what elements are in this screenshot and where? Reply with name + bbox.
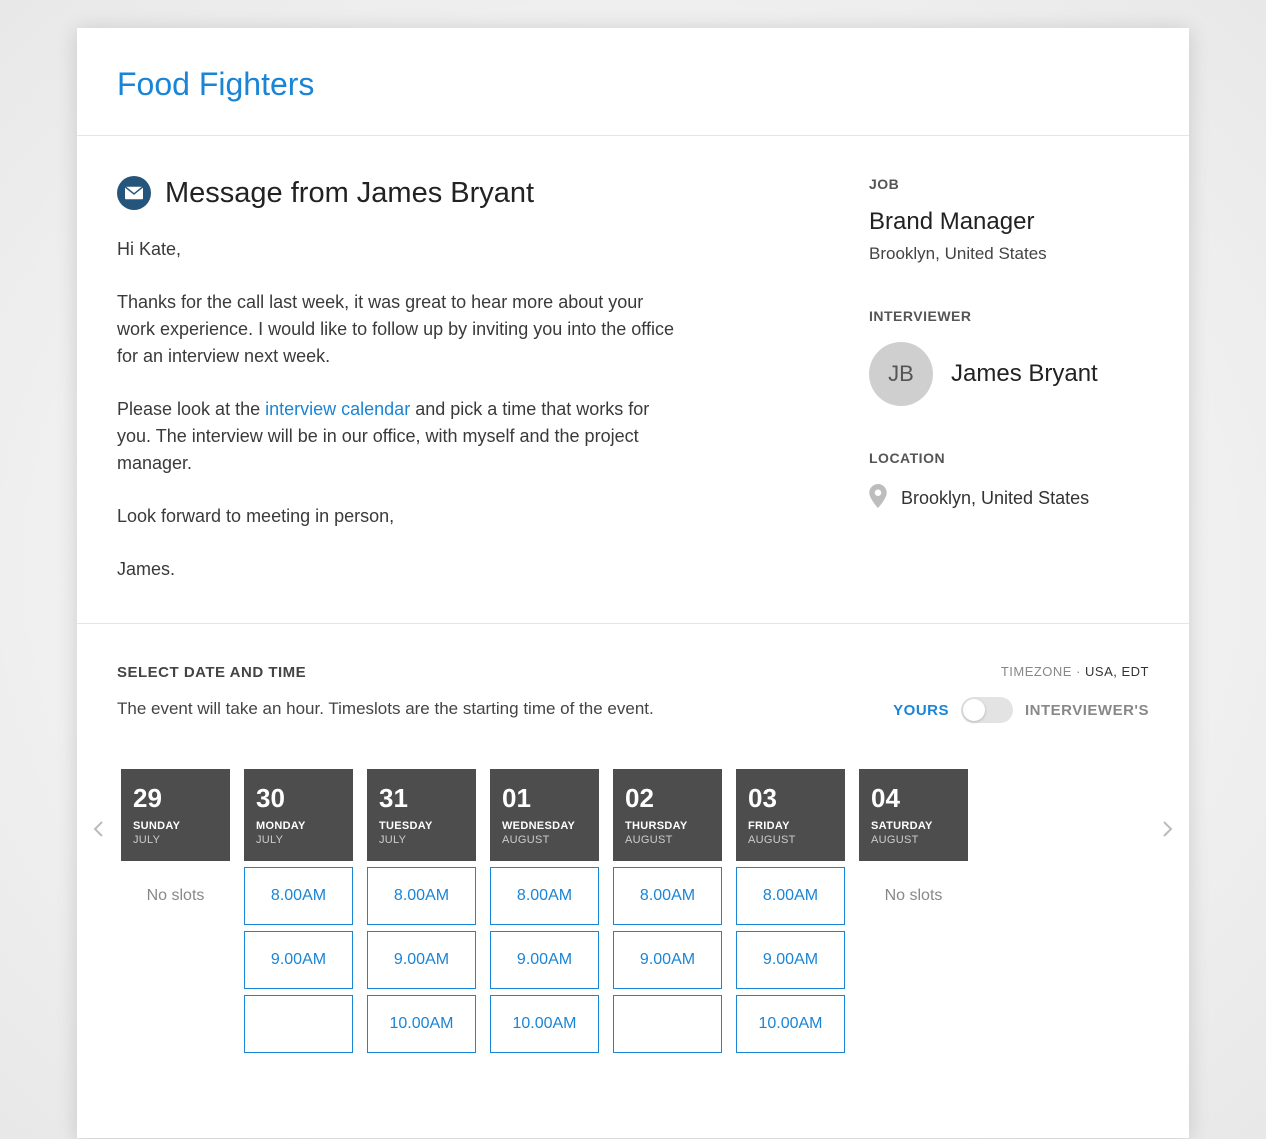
day-number: 03 bbox=[748, 783, 833, 814]
message-greeting: Hi Kate, bbox=[117, 236, 677, 263]
time-slot[interactable]: 9.00AM bbox=[490, 931, 599, 989]
job-label: JOB bbox=[869, 176, 1149, 192]
toggle-interviewers-label: INTERVIEWER'S bbox=[1025, 702, 1149, 719]
time-slot[interactable]: 10.00AM bbox=[490, 995, 599, 1053]
location-text: Brooklyn, United States bbox=[901, 488, 1089, 509]
message-column: Message from James Bryant Hi Kate, Thank… bbox=[77, 136, 849, 623]
message-p2a: Please look at the bbox=[117, 399, 265, 419]
day-name: WEDNESDAY bbox=[502, 820, 587, 832]
timezone-toggle[interactable] bbox=[961, 697, 1013, 723]
day-month: JULY bbox=[256, 834, 341, 846]
day-header: 01 WEDNESDAY AUGUST bbox=[490, 769, 599, 861]
day-number: 01 bbox=[502, 783, 587, 814]
day-number: 30 bbox=[256, 783, 341, 814]
day-month: JULY bbox=[379, 834, 464, 846]
day-name: FRIDAY bbox=[748, 820, 833, 832]
calendar-section: SELECT DATE AND TIME The event will take… bbox=[77, 624, 1189, 1053]
header: Food Fighters bbox=[77, 28, 1189, 136]
time-slot[interactable]: 8.00AM bbox=[613, 867, 722, 925]
no-slots-label: No slots bbox=[859, 867, 968, 925]
calendar-day-column: 01 WEDNESDAY AUGUST 8.00AM 9.00AM 10.00AM bbox=[490, 769, 599, 1053]
calendar-day-column: 04 SATURDAY AUGUST No slots bbox=[859, 769, 968, 1053]
job-title: Brand Manager bbox=[869, 208, 1149, 236]
calendar-grid-wrap: 29SUNDAYJULYNo slots30MONDAYJULY8.00AM9.… bbox=[117, 769, 1149, 1053]
calendar-day-column: 02 THURSDAY AUGUST 8.00AM 9.00AM. bbox=[613, 769, 722, 1053]
message-title: Message from James Bryant bbox=[165, 177, 534, 210]
message-p3: Look forward to meeting in person, bbox=[117, 503, 677, 530]
day-header: 29 SUNDAY JULY bbox=[121, 769, 230, 861]
toggle-yours-label: YOURS bbox=[893, 702, 949, 719]
time-slot[interactable]: . bbox=[244, 995, 353, 1053]
day-header: 30 MONDAY JULY bbox=[244, 769, 353, 861]
day-name: TUESDAY bbox=[379, 820, 464, 832]
location-row: Brooklyn, United States bbox=[869, 484, 1149, 513]
interview-calendar-link[interactable]: interview calendar bbox=[265, 399, 410, 419]
location-label: LOCATION bbox=[869, 450, 1149, 466]
body-section: Message from James Bryant Hi Kate, Thank… bbox=[77, 136, 1189, 624]
day-number: 29 bbox=[133, 783, 218, 814]
time-slot[interactable]: 9.00AM bbox=[367, 931, 476, 989]
no-slots-label: No slots bbox=[121, 867, 230, 925]
day-name: SUNDAY bbox=[133, 820, 218, 832]
prev-week-arrow[interactable] bbox=[87, 769, 111, 869]
interviewer-row: JB James Bryant bbox=[869, 342, 1149, 406]
day-name: MONDAY bbox=[256, 820, 341, 832]
calendar-day-column: 29 SUNDAY JULY No slots bbox=[121, 769, 230, 1053]
sidebar: JOB Brand Manager Brooklyn, United State… bbox=[849, 136, 1189, 623]
day-header: 04 SATURDAY AUGUST bbox=[859, 769, 968, 861]
day-number: 02 bbox=[625, 783, 710, 814]
calendar-day-column: 03 FRIDAY AUGUST 8.00AM 9.00AM 10.00AM bbox=[736, 769, 845, 1053]
job-location: Brooklyn, United States bbox=[869, 244, 1149, 264]
day-header: 31 TUESDAY JULY bbox=[367, 769, 476, 861]
brand-title: Food Fighters bbox=[117, 66, 1149, 103]
avatar: JB bbox=[869, 342, 933, 406]
calendar-columns: 29SUNDAYJULYNo slots30MONDAYJULY8.00AM9.… bbox=[121, 769, 1145, 1053]
calendar-description: The event will take an hour. Timeslots a… bbox=[117, 699, 654, 719]
select-date-label: SELECT DATE AND TIME bbox=[117, 664, 654, 681]
timezone-value: USA, EDT bbox=[1085, 664, 1149, 679]
time-slot[interactable]: 8.00AM bbox=[244, 867, 353, 925]
day-month: JULY bbox=[133, 834, 218, 846]
calendar-day-column: 31 TUESDAY JULY 8.00AM 9.00AM 10.00AM bbox=[367, 769, 476, 1053]
interviewer-name: James Bryant bbox=[951, 360, 1098, 388]
time-slot[interactable]: 10.00AM bbox=[736, 995, 845, 1053]
day-header: 03 FRIDAY AUGUST bbox=[736, 769, 845, 861]
day-header: 02 THURSDAY AUGUST bbox=[613, 769, 722, 861]
timezone-label: TIMEZONE · bbox=[1001, 664, 1085, 679]
time-slot[interactable]: 8.00AM bbox=[490, 867, 599, 925]
day-month: AUGUST bbox=[625, 834, 710, 846]
toggle-knob bbox=[963, 699, 985, 721]
time-slot[interactable]: 8.00AM bbox=[367, 867, 476, 925]
time-slot[interactable]: 8.00AM bbox=[736, 867, 845, 925]
time-slot[interactable]: . bbox=[613, 995, 722, 1053]
day-month: AUGUST bbox=[871, 834, 956, 846]
time-slot[interactable]: 10.00AM bbox=[367, 995, 476, 1053]
location-pin-icon bbox=[869, 484, 887, 513]
calendar-head: SELECT DATE AND TIME The event will take… bbox=[117, 664, 1149, 757]
next-week-arrow[interactable] bbox=[1155, 769, 1179, 869]
interviewer-label: INTERVIEWER bbox=[869, 308, 1149, 324]
day-month: AUGUST bbox=[502, 834, 587, 846]
message-p2: Please look at the interview calendar an… bbox=[117, 396, 677, 477]
mail-icon bbox=[117, 176, 151, 210]
timezone-row: TIMEZONE · USA, EDT bbox=[893, 664, 1149, 679]
time-slot[interactable]: 9.00AM bbox=[613, 931, 722, 989]
day-number: 04 bbox=[871, 783, 956, 814]
day-name: THURSDAY bbox=[625, 820, 710, 832]
time-slot[interactable]: 9.00AM bbox=[244, 931, 353, 989]
message-sign: James. bbox=[117, 556, 677, 583]
calendar-head-right: TIMEZONE · USA, EDT YOURS INTERVIEWER'S bbox=[893, 664, 1149, 723]
time-slot[interactable]: 9.00AM bbox=[736, 931, 845, 989]
calendar-day-column: 30 MONDAY JULY 8.00AM 9.00AM. bbox=[244, 769, 353, 1053]
message-p1: Thanks for the call last week, it was gr… bbox=[117, 289, 677, 370]
day-name: SATURDAY bbox=[871, 820, 956, 832]
message-title-row: Message from James Bryant bbox=[117, 176, 809, 210]
day-number: 31 bbox=[379, 783, 464, 814]
message-body: Hi Kate, Thanks for the call last week, … bbox=[117, 236, 677, 583]
timezone-toggle-row: YOURS INTERVIEWER'S bbox=[893, 697, 1149, 723]
day-month: AUGUST bbox=[748, 834, 833, 846]
main-card: Food Fighters Message from James Bryant … bbox=[77, 28, 1189, 1138]
